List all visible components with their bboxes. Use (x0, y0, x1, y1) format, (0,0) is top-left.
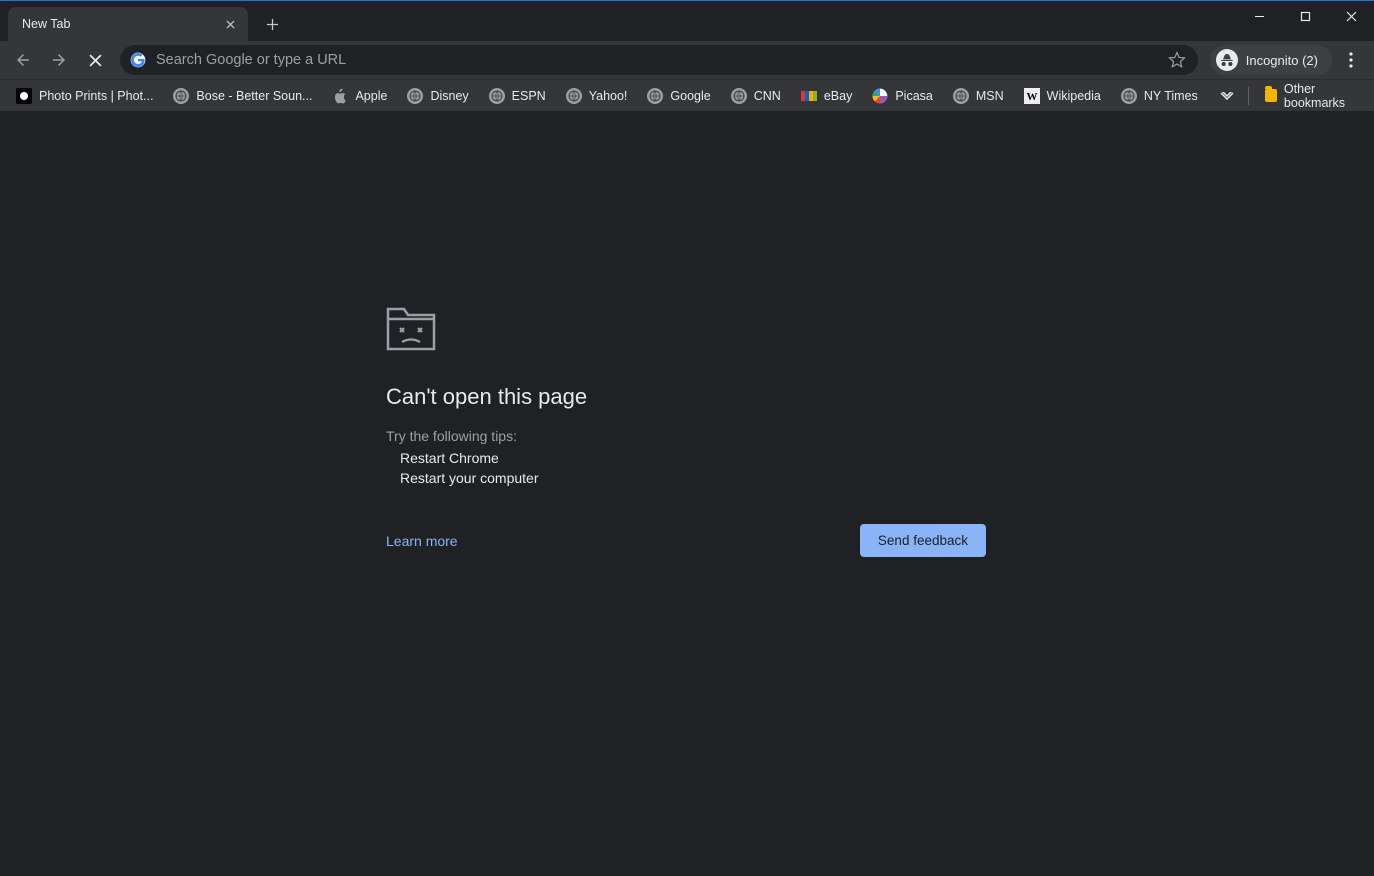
bookmark-label: Disney (430, 89, 468, 103)
apple-icon (332, 88, 348, 104)
stop-reload-button[interactable] (78, 45, 112, 75)
globe-icon (173, 88, 189, 104)
bookmark-item[interactable]: NY Times (1113, 84, 1206, 108)
titlebar: New Tab (0, 1, 1374, 41)
toolbar: Incognito (2) (0, 41, 1374, 79)
tab-title: New Tab (22, 17, 70, 31)
chrome-menu-button[interactable] (1334, 45, 1368, 75)
address-input[interactable] (156, 52, 1156, 68)
error-title: Can't open this page (386, 384, 986, 410)
bookmark-item[interactable]: ESPN (481, 84, 554, 108)
bookmark-item[interactable]: Bose - Better Soun... (165, 84, 320, 108)
globe-icon (953, 88, 969, 104)
bookmark-label: Picasa (895, 89, 933, 103)
photo-icon (16, 88, 32, 104)
forward-button[interactable] (42, 45, 76, 75)
sad-folder-icon (386, 307, 986, 356)
globe-icon (1121, 88, 1137, 104)
other-bookmarks-button[interactable]: Other bookmarks (1257, 78, 1366, 114)
back-button[interactable] (6, 45, 40, 75)
bookmark-item[interactable]: CNN (723, 84, 789, 108)
google-icon (130, 52, 146, 68)
close-tab-icon[interactable] (222, 16, 238, 32)
picasa-icon (872, 88, 888, 104)
bookmark-item[interactable]: Apple (324, 84, 395, 108)
bookmark-item[interactable]: Photo Prints | Phot... (8, 84, 161, 108)
bookmark-label: Bose - Better Soun... (196, 89, 312, 103)
other-bookmarks-label: Other bookmarks (1284, 82, 1358, 110)
bookmark-item[interactable]: Yahoo! (558, 84, 636, 108)
error-tip: Restart Chrome (400, 450, 986, 466)
bookmark-label: ESPN (512, 89, 546, 103)
bookmark-label: Yahoo! (589, 89, 628, 103)
incognito-indicator[interactable]: Incognito (2) (1210, 45, 1332, 75)
learn-more-link[interactable]: Learn more (386, 533, 458, 549)
omnibox[interactable] (120, 45, 1198, 75)
divider (1248, 87, 1249, 105)
error-tips-list: Restart Chrome Restart your computer (386, 450, 986, 486)
window-controls (1236, 1, 1374, 33)
bookmark-label: CNN (754, 89, 781, 103)
bookmark-label: Apple (355, 89, 387, 103)
svg-text:W: W (1026, 91, 1037, 103)
error-subtitle: Try the following tips: (386, 428, 986, 444)
globe-icon (731, 88, 747, 104)
send-feedback-button[interactable]: Send feedback (860, 524, 986, 557)
bookmark-item[interactable]: Picasa (864, 84, 941, 108)
incognito-label: Incognito (2) (1246, 53, 1318, 68)
close-window-button[interactable] (1328, 1, 1374, 31)
error-container: Can't open this page Try the following t… (386, 307, 986, 557)
ebay-icon (801, 88, 817, 104)
error-tip: Restart your computer (400, 470, 986, 486)
page-content: Can't open this page Try the following t… (0, 111, 1374, 876)
bookmark-item[interactable]: MSN (945, 84, 1012, 108)
bookmark-label: NY Times (1144, 89, 1198, 103)
globe-icon (647, 88, 663, 104)
browser-tab[interactable]: New Tab (8, 7, 248, 41)
new-tab-button[interactable] (258, 10, 286, 38)
maximize-button[interactable] (1282, 1, 1328, 31)
globe-icon (489, 88, 505, 104)
folder-icon (1265, 89, 1277, 102)
minimize-button[interactable] (1236, 1, 1282, 31)
error-actions: Learn more Send feedback (386, 524, 986, 557)
bookmarks-overflow-button[interactable] (1214, 85, 1240, 107)
bookmarks-bar: Photo Prints | Phot... Bose - Better Sou… (0, 79, 1374, 111)
bookmark-label: MSN (976, 89, 1004, 103)
bookmark-label: Photo Prints | Phot... (39, 89, 153, 103)
bookmark-label: Google (670, 89, 710, 103)
bookmark-item[interactable]: eBay (793, 84, 861, 108)
bookmark-label: Wikipedia (1047, 89, 1101, 103)
bookmark-item[interactable]: W Wikipedia (1016, 84, 1109, 108)
bookmark-star-icon[interactable] (1166, 49, 1188, 71)
globe-icon (566, 88, 582, 104)
bookmark-item[interactable]: Google (639, 84, 718, 108)
globe-icon (407, 88, 423, 104)
bookmark-item[interactable]: Disney (399, 84, 476, 108)
incognito-icon (1216, 49, 1238, 71)
bookmark-label: eBay (824, 89, 853, 103)
wikipedia-icon: W (1024, 88, 1040, 104)
